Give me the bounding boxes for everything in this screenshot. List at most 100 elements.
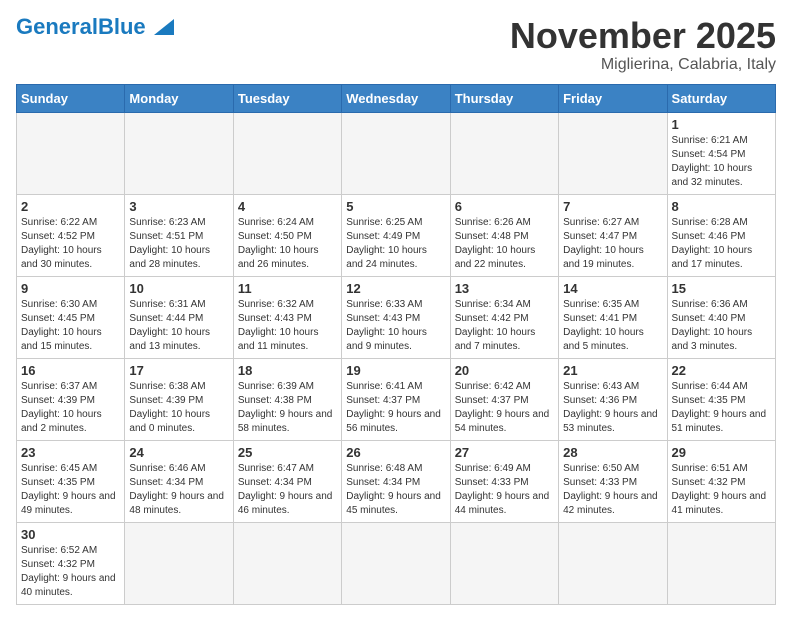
calendar-cell: 27 Sunrise: 6:49 AM Sunset: 4:33 PM Dayli… [450, 440, 558, 522]
calendar-cell [233, 112, 341, 194]
calendar-cell: 18 Sunrise: 6:39 AM Sunset: 4:38 PM Dayli… [233, 358, 341, 440]
calendar-cell: 1 Sunrise: 6:21 AM Sunset: 4:54 PM Daylig… [667, 112, 775, 194]
calendar-cell: 10Sunrise: 6:31 AM Sunset: 4:44 PM Dayli… [125, 276, 233, 358]
calendar-week-row: 30 Sunrise: 6:52 AM Sunset: 4:32 PM Dayli… [17, 522, 776, 604]
day-number: 30 [21, 527, 120, 542]
day-info: Sunrise: 6:41 AM Sunset: 4:37 PM Dayligh… [346, 380, 445, 436]
calendar-cell [559, 112, 667, 194]
calendar-title: November 2025 [510, 16, 776, 56]
day-info: Sunrise: 6:31 AM Sunset: 4:44 PM Dayligh… [129, 298, 228, 354]
day-number: 28 [563, 445, 662, 460]
calendar-cell: 3Sunrise: 6:23 AM Sunset: 4:51 PM Daylig… [125, 194, 233, 276]
calendar-week-row: 9 Sunrise: 6:30 AM Sunset: 4:45 PM Daylig… [17, 276, 776, 358]
calendar-subtitle: Miglierina, Calabria, Italy [510, 56, 776, 74]
calendar-cell [125, 112, 233, 194]
calendar-cell: 29 Sunrise: 6:51 AM Sunset: 4:32 PM Dayli… [667, 440, 775, 522]
day-number: 4 [238, 199, 337, 214]
day-number: 5 [346, 199, 445, 214]
day-info: Sunrise: 6:44 AM Sunset: 4:35 PM Dayligh… [672, 380, 771, 436]
calendar-cell: 5Sunrise: 6:25 AM Sunset: 4:49 PM Daylig… [342, 194, 450, 276]
day-number: 19 [346, 363, 445, 378]
day-info: Sunrise: 6:24 AM Sunset: 4:50 PM Dayligh… [238, 216, 337, 272]
calendar-cell: 13 Sunrise: 6:34 AM Sunset: 4:42 PM Dayli… [450, 276, 558, 358]
calendar-week-row: 16Sunrise: 6:37 AM Sunset: 4:39 PM Dayli… [17, 358, 776, 440]
day-number: 3 [129, 199, 228, 214]
calendar-cell [450, 112, 558, 194]
calendar-cell [342, 522, 450, 604]
calendar-cell: 21Sunrise: 6:43 AM Sunset: 4:36 PM Dayli… [559, 358, 667, 440]
calendar-cell: 14 Sunrise: 6:35 AM Sunset: 4:41 PM Dayli… [559, 276, 667, 358]
day-info: Sunrise: 6:34 AM Sunset: 4:42 PM Dayligh… [455, 298, 554, 354]
day-number: 27 [455, 445, 554, 460]
day-number: 26 [346, 445, 445, 460]
calendar-cell: 23Sunrise: 6:45 AM Sunset: 4:35 PM Dayli… [17, 440, 125, 522]
day-info: Sunrise: 6:26 AM Sunset: 4:48 PM Dayligh… [455, 216, 554, 272]
day-number: 16 [21, 363, 120, 378]
day-info: Sunrise: 6:52 AM Sunset: 4:32 PM Dayligh… [21, 544, 120, 600]
day-number: 8 [672, 199, 771, 214]
day-info: Sunrise: 6:27 AM Sunset: 4:47 PM Dayligh… [563, 216, 662, 272]
day-info: Sunrise: 6:35 AM Sunset: 4:41 PM Dayligh… [563, 298, 662, 354]
title-block: November 2025 Miglierina, Calabria, Ital… [510, 16, 776, 74]
calendar-cell [17, 112, 125, 194]
calendar-cell [667, 522, 775, 604]
logo-text: GeneralBlue [16, 16, 146, 38]
day-of-week-header: Sunday [17, 84, 125, 112]
day-number: 20 [455, 363, 554, 378]
calendar-cell: 9 Sunrise: 6:30 AM Sunset: 4:45 PM Daylig… [17, 276, 125, 358]
day-info: Sunrise: 6:43 AM Sunset: 4:36 PM Dayligh… [563, 380, 662, 436]
day-number: 11 [238, 281, 337, 296]
calendar-table: SundayMondayTuesdayWednesdayThursdayFrid… [16, 84, 776, 605]
day-number: 7 [563, 199, 662, 214]
calendar-week-row: 23Sunrise: 6:45 AM Sunset: 4:35 PM Dayli… [17, 440, 776, 522]
calendar-cell: 19 Sunrise: 6:41 AM Sunset: 4:37 PM Dayli… [342, 358, 450, 440]
day-info: Sunrise: 6:28 AM Sunset: 4:46 PM Dayligh… [672, 216, 771, 272]
logo-icon [150, 15, 178, 37]
day-number: 25 [238, 445, 337, 460]
day-number: 6 [455, 199, 554, 214]
calendar-week-row: 1 Sunrise: 6:21 AM Sunset: 4:54 PM Daylig… [17, 112, 776, 194]
day-of-week-header: Thursday [450, 84, 558, 112]
day-number: 12 [346, 281, 445, 296]
day-info: Sunrise: 6:50 AM Sunset: 4:33 PM Dayligh… [563, 462, 662, 518]
calendar-cell [559, 522, 667, 604]
day-number: 13 [455, 281, 554, 296]
day-number: 29 [672, 445, 771, 460]
calendar-cell: 22 Sunrise: 6:44 AM Sunset: 4:35 PM Dayli… [667, 358, 775, 440]
day-number: 22 [672, 363, 771, 378]
logo-blue: Blue [98, 14, 146, 39]
day-of-week-header: Friday [559, 84, 667, 112]
day-of-week-header: Wednesday [342, 84, 450, 112]
calendar-cell: 24Sunrise: 6:46 AM Sunset: 4:34 PM Dayli… [125, 440, 233, 522]
day-info: Sunrise: 6:42 AM Sunset: 4:37 PM Dayligh… [455, 380, 554, 436]
calendar-cell: 28 Sunrise: 6:50 AM Sunset: 4:33 PM Dayli… [559, 440, 667, 522]
day-info: Sunrise: 6:21 AM Sunset: 4:54 PM Dayligh… [672, 134, 771, 190]
day-info: Sunrise: 6:33 AM Sunset: 4:43 PM Dayligh… [346, 298, 445, 354]
day-info: Sunrise: 6:51 AM Sunset: 4:32 PM Dayligh… [672, 462, 771, 518]
day-info: Sunrise: 6:38 AM Sunset: 4:39 PM Dayligh… [129, 380, 228, 436]
day-of-week-header: Tuesday [233, 84, 341, 112]
day-number: 18 [238, 363, 337, 378]
page-header: GeneralBlue November 2025 Miglierina, Ca… [16, 16, 776, 74]
day-info: Sunrise: 6:49 AM Sunset: 4:33 PM Dayligh… [455, 462, 554, 518]
calendar-cell: 8 Sunrise: 6:28 AM Sunset: 4:46 PM Daylig… [667, 194, 775, 276]
calendar-cell: 4 Sunrise: 6:24 AM Sunset: 4:50 PM Daylig… [233, 194, 341, 276]
day-info: Sunrise: 6:30 AM Sunset: 4:45 PM Dayligh… [21, 298, 120, 354]
day-info: Sunrise: 6:39 AM Sunset: 4:38 PM Dayligh… [238, 380, 337, 436]
day-info: Sunrise: 6:48 AM Sunset: 4:34 PM Dayligh… [346, 462, 445, 518]
calendar-cell: 15Sunrise: 6:36 AM Sunset: 4:40 PM Dayli… [667, 276, 775, 358]
calendar-cell: 26 Sunrise: 6:48 AM Sunset: 4:34 PM Dayli… [342, 440, 450, 522]
day-info: Sunrise: 6:45 AM Sunset: 4:35 PM Dayligh… [21, 462, 120, 518]
day-info: Sunrise: 6:32 AM Sunset: 4:43 PM Dayligh… [238, 298, 337, 354]
day-info: Sunrise: 6:36 AM Sunset: 4:40 PM Dayligh… [672, 298, 771, 354]
calendar-cell: 25Sunrise: 6:47 AM Sunset: 4:34 PM Dayli… [233, 440, 341, 522]
calendar-cell [125, 522, 233, 604]
calendar-cell: 17Sunrise: 6:38 AM Sunset: 4:39 PM Dayli… [125, 358, 233, 440]
logo-general: General [16, 14, 98, 39]
day-of-week-header: Saturday [667, 84, 775, 112]
calendar-cell [342, 112, 450, 194]
day-number: 1 [672, 117, 771, 132]
day-number: 9 [21, 281, 120, 296]
calendar-cell: 20 Sunrise: 6:42 AM Sunset: 4:37 PM Dayli… [450, 358, 558, 440]
day-number: 14 [563, 281, 662, 296]
